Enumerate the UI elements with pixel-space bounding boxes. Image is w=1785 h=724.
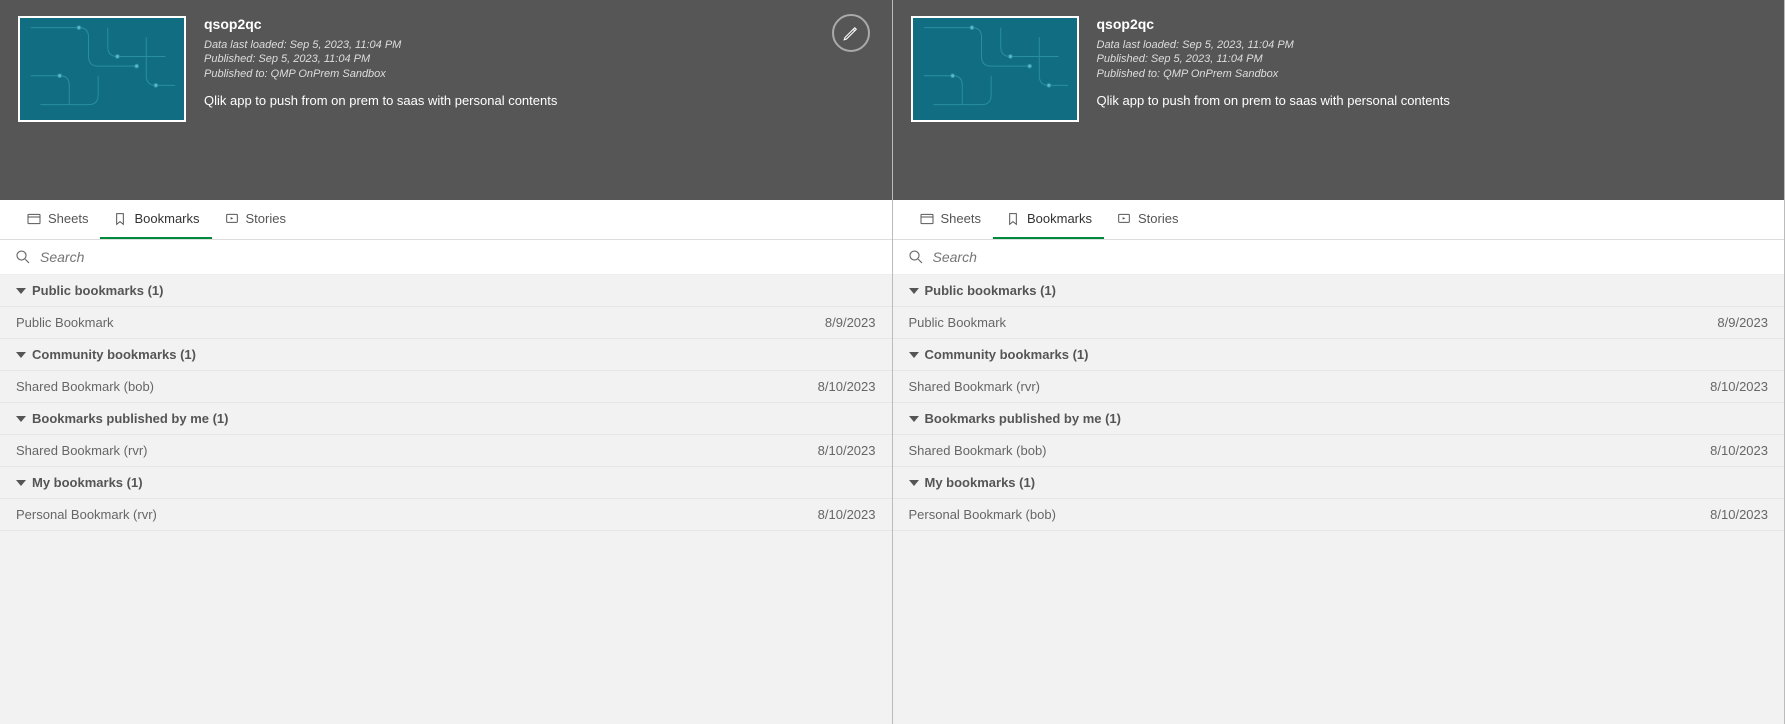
tabs: Sheets Bookmarks Stories	[893, 200, 1785, 240]
meta-published: Published: Sep 5, 2023, 11:04 PM	[1097, 52, 1767, 66]
search-bar	[0, 240, 892, 275]
section-my-bookmarks[interactable]: My bookmarks (1)	[0, 467, 892, 499]
search-icon	[907, 248, 925, 266]
section-title: Community bookmarks (1)	[32, 347, 196, 362]
panel-right: qsop2qc Data last loaded: Sep 5, 2023, 1…	[893, 0, 1785, 724]
app-thumbnail	[18, 16, 186, 122]
list-item[interactable]: Shared Bookmark (bob) 8/10/2023	[893, 435, 1785, 467]
item-date: 8/10/2023	[818, 507, 876, 522]
bookmark-list: Public bookmarks (1) Public Bookmark 8/9/…	[893, 275, 1785, 531]
tab-sheets-label: Sheets	[48, 211, 88, 226]
section-title: Public bookmarks (1)	[925, 283, 1056, 298]
tab-stories-label: Stories	[1138, 211, 1178, 226]
list-item[interactable]: Public Bookmark 8/9/2023	[0, 307, 892, 339]
item-name: Public Bookmark	[16, 315, 114, 330]
search-input[interactable]	[40, 249, 878, 265]
section-title: Public bookmarks (1)	[32, 283, 163, 298]
item-date: 8/10/2023	[1710, 507, 1768, 522]
list-item[interactable]: Shared Bookmark (bob) 8/10/2023	[0, 371, 892, 403]
section-title: Bookmarks published by me (1)	[32, 411, 229, 426]
meta-published: Published: Sep 5, 2023, 11:04 PM	[204, 52, 874, 66]
chevron-down-icon	[16, 480, 26, 486]
sheets-icon	[26, 211, 42, 227]
search-input[interactable]	[933, 249, 1771, 265]
item-name: Shared Bookmark (bob)	[16, 379, 154, 394]
tab-bookmarks-label: Bookmarks	[134, 211, 199, 226]
app-thumbnail	[911, 16, 1079, 122]
item-name: Shared Bookmark (rvr)	[909, 379, 1040, 394]
item-name: Personal Bookmark (rvr)	[16, 507, 157, 522]
list-item[interactable]: Personal Bookmark (rvr) 8/10/2023	[0, 499, 892, 531]
app-title: qsop2qc	[204, 16, 874, 32]
app-meta: qsop2qc Data last loaded: Sep 5, 2023, 1…	[204, 16, 874, 200]
bookmark-icon	[1005, 211, 1021, 227]
item-date: 8/9/2023	[825, 315, 876, 330]
meta-published-to: Published to: QMP OnPrem Sandbox	[204, 67, 874, 81]
pencil-icon	[842, 24, 860, 42]
section-public[interactable]: Public bookmarks (1)	[893, 275, 1785, 307]
item-date: 8/10/2023	[818, 443, 876, 458]
section-title: Community bookmarks (1)	[925, 347, 1089, 362]
bookmark-icon	[112, 211, 128, 227]
sheets-icon	[919, 211, 935, 227]
list-item[interactable]: Shared Bookmark (rvr) 8/10/2023	[893, 371, 1785, 403]
tab-bookmarks-label: Bookmarks	[1027, 211, 1092, 226]
chevron-down-icon	[909, 352, 919, 358]
item-name: Public Bookmark	[909, 315, 1007, 330]
stories-icon	[224, 211, 240, 227]
tab-bookmarks[interactable]: Bookmarks	[993, 200, 1104, 239]
list-item[interactable]: Shared Bookmark (rvr) 8/10/2023	[0, 435, 892, 467]
meta-published-to: Published to: QMP OnPrem Sandbox	[1097, 67, 1767, 81]
meta-loaded: Data last loaded: Sep 5, 2023, 11:04 PM	[204, 38, 874, 52]
tab-sheets[interactable]: Sheets	[907, 200, 993, 239]
panel-left: qsop2qc Data last loaded: Sep 5, 2023, 1…	[0, 0, 893, 724]
item-name: Shared Bookmark (rvr)	[16, 443, 147, 458]
chevron-down-icon	[16, 288, 26, 294]
list-item[interactable]: Personal Bookmark (bob) 8/10/2023	[893, 499, 1785, 531]
item-name: Shared Bookmark (bob)	[909, 443, 1047, 458]
tab-stories-label: Stories	[246, 211, 286, 226]
chevron-down-icon	[16, 352, 26, 358]
section-community[interactable]: Community bookmarks (1)	[893, 339, 1785, 371]
app-description: Qlik app to push from on prem to saas wi…	[204, 93, 874, 108]
search-bar	[893, 240, 1785, 275]
item-name: Personal Bookmark (bob)	[909, 507, 1056, 522]
section-public[interactable]: Public bookmarks (1)	[0, 275, 892, 307]
list-item[interactable]: Public Bookmark 8/9/2023	[893, 307, 1785, 339]
app-title: qsop2qc	[1097, 16, 1767, 32]
chevron-down-icon	[909, 288, 919, 294]
tab-stories[interactable]: Stories	[1104, 200, 1190, 239]
search-icon	[14, 248, 32, 266]
edit-button[interactable]	[832, 14, 870, 52]
app-meta: qsop2qc Data last loaded: Sep 5, 2023, 1…	[1097, 16, 1767, 200]
section-title: Bookmarks published by me (1)	[925, 411, 1122, 426]
item-date: 8/10/2023	[1710, 379, 1768, 394]
chevron-down-icon	[16, 416, 26, 422]
section-my-bookmarks[interactable]: My bookmarks (1)	[893, 467, 1785, 499]
meta-loaded: Data last loaded: Sep 5, 2023, 11:04 PM	[1097, 38, 1767, 52]
tab-bookmarks[interactable]: Bookmarks	[100, 200, 211, 239]
tabs: Sheets Bookmarks Stories	[0, 200, 892, 240]
section-published-by-me[interactable]: Bookmarks published by me (1)	[0, 403, 892, 435]
section-title: My bookmarks (1)	[925, 475, 1036, 490]
app-header: qsop2qc Data last loaded: Sep 5, 2023, 1…	[0, 0, 892, 200]
item-date: 8/10/2023	[1710, 443, 1768, 458]
chevron-down-icon	[909, 480, 919, 486]
tab-sheets[interactable]: Sheets	[14, 200, 100, 239]
tab-stories[interactable]: Stories	[212, 200, 298, 239]
tab-sheets-label: Sheets	[941, 211, 981, 226]
stories-icon	[1116, 211, 1132, 227]
app-description: Qlik app to push from on prem to saas wi…	[1097, 93, 1767, 108]
section-community[interactable]: Community bookmarks (1)	[0, 339, 892, 371]
app-header: qsop2qc Data last loaded: Sep 5, 2023, 1…	[893, 0, 1785, 200]
chevron-down-icon	[909, 416, 919, 422]
section-title: My bookmarks (1)	[32, 475, 143, 490]
section-published-by-me[interactable]: Bookmarks published by me (1)	[893, 403, 1785, 435]
item-date: 8/10/2023	[818, 379, 876, 394]
bookmark-list: Public bookmarks (1) Public Bookmark 8/9/…	[0, 275, 892, 531]
item-date: 8/9/2023	[1717, 315, 1768, 330]
